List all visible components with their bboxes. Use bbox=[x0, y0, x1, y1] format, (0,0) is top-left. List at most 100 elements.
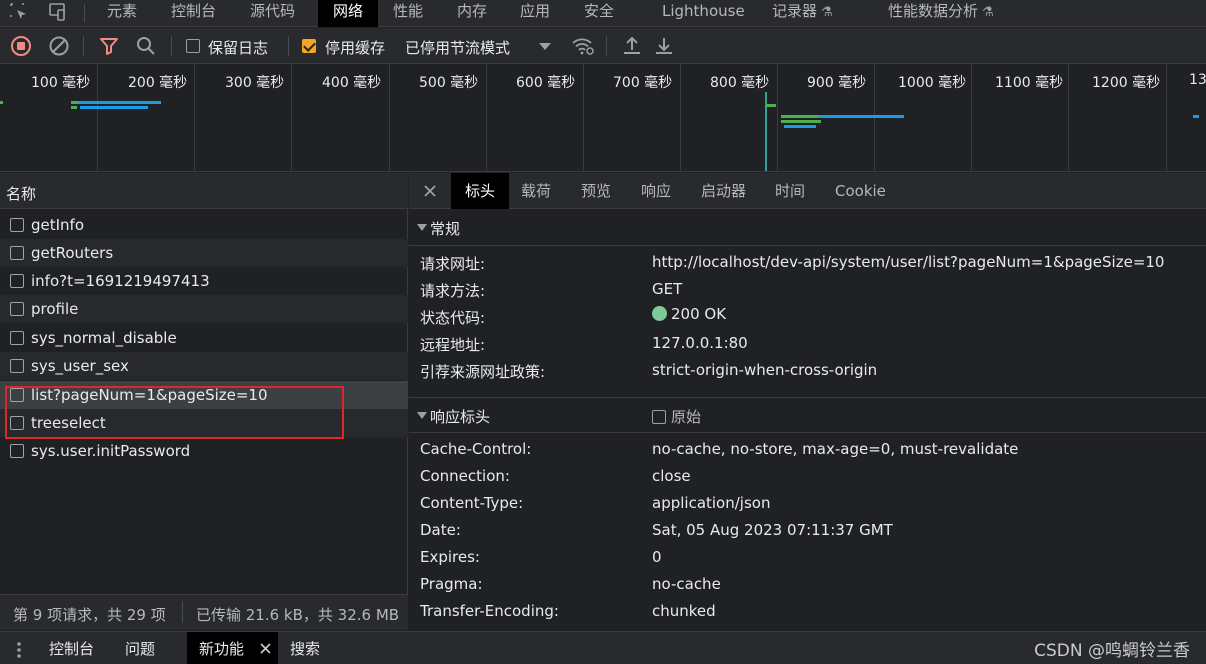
timeline-tick-label: 200 毫秒 bbox=[128, 75, 188, 91]
tab-preview[interactable]: 预览 bbox=[571, 173, 621, 209]
waterfall-bar bbox=[71, 106, 77, 109]
flask-icon: ⚗ bbox=[821, 5, 833, 20]
import-har-icon[interactable] bbox=[620, 34, 644, 58]
request-row[interactable]: sys_user_sex bbox=[0, 352, 408, 380]
timeline-tick-label: 100 毫秒 bbox=[31, 75, 91, 91]
close-icon[interactable] bbox=[260, 643, 271, 654]
request-checkbox[interactable] bbox=[10, 444, 24, 458]
timeline-tick-label: 400 毫秒 bbox=[322, 75, 382, 91]
flask-icon: ⚗ bbox=[982, 5, 994, 20]
header-value: Sat, 05 Aug 2023 07:11:37 GMT bbox=[652, 521, 893, 539]
network-summary-bar: 第 9 项请求，共 29 项 已传输 21.6 kB，共 32.6 MB bbox=[0, 594, 408, 630]
preserve-log-checkbox[interactable] bbox=[186, 39, 200, 53]
waterfall-bar bbox=[80, 106, 148, 109]
inspect-element-icon[interactable] bbox=[8, 1, 30, 23]
raw-checkbox[interactable] bbox=[652, 410, 666, 424]
timeline-tick-label: 300 毫秒 bbox=[225, 75, 285, 91]
tab-performance[interactable]: 性能 bbox=[385, 0, 431, 27]
tab-initiator[interactable]: 启动器 bbox=[691, 173, 756, 209]
header-key: Content-Type: bbox=[420, 494, 524, 512]
stop-recording-icon[interactable] bbox=[9, 34, 33, 58]
tab-console[interactable]: 控制台 bbox=[163, 0, 224, 27]
header-value: close bbox=[652, 467, 691, 485]
request-name: getRouters bbox=[31, 244, 114, 262]
tab-timing[interactable]: 时间 bbox=[765, 173, 815, 209]
header-key: Connection: bbox=[420, 467, 510, 485]
drawer-tab-console[interactable]: 控制台 bbox=[37, 632, 106, 664]
timeline-gridline bbox=[777, 64, 778, 171]
status-text: 200 OK bbox=[671, 305, 727, 323]
tab-network[interactable]: 网络 bbox=[318, 0, 378, 27]
header-key: 请求方法: bbox=[420, 282, 486, 300]
header-value: application/json bbox=[652, 494, 771, 512]
request-row[interactable]: info?t=1691219497413 bbox=[0, 267, 408, 295]
status-ok-icon bbox=[652, 306, 667, 321]
divider bbox=[171, 36, 172, 56]
tab-lighthouse[interactable]: Lighthouse bbox=[654, 0, 753, 27]
timeline-tick-label: 800 毫秒 bbox=[710, 75, 770, 91]
timeline-tick-label: 600 毫秒 bbox=[516, 75, 576, 91]
timeline-gridline bbox=[389, 64, 390, 171]
tab-application[interactable]: 应用 bbox=[512, 0, 558, 27]
header-key: Date: bbox=[420, 521, 461, 539]
timeline-tick-label: 1000 毫秒 bbox=[898, 75, 967, 91]
request-checkbox[interactable] bbox=[10, 359, 24, 373]
header-value: GET bbox=[652, 280, 683, 298]
timeline-gridline bbox=[583, 64, 584, 171]
tab-performance-insights[interactable]: 性能数据分析 ⚗ bbox=[880, 0, 1002, 27]
drawer-tab-bar: 控制台 问题 新功能 搜索 CSDN @鸣蜩铃兰香 bbox=[0, 631, 1206, 664]
timeline-gridline bbox=[486, 64, 487, 171]
chevron-down-icon[interactable] bbox=[539, 43, 551, 50]
tab-recorder[interactable]: 记录器 ⚗ bbox=[764, 0, 841, 27]
drawer-tab-search[interactable]: 搜索 bbox=[278, 632, 332, 664]
request-name: sys_user_sex bbox=[31, 357, 129, 375]
request-checkbox[interactable] bbox=[10, 274, 24, 288]
tab-headers[interactable]: 标头 bbox=[451, 173, 509, 209]
timeline-tick-label: 1100 毫秒 bbox=[995, 75, 1064, 91]
request-checkbox[interactable] bbox=[10, 246, 24, 260]
request-checkbox[interactable] bbox=[10, 302, 24, 316]
waterfall-bar bbox=[784, 125, 816, 128]
export-har-icon[interactable] bbox=[652, 34, 676, 58]
header-value: 127.0.0.1:80 bbox=[652, 334, 748, 352]
request-row[interactable]: sys_normal_disable bbox=[0, 324, 408, 352]
request-row[interactable]: sys.user.initPassword bbox=[0, 437, 408, 465]
tab-memory[interactable]: 内存 bbox=[449, 0, 495, 27]
tab-cookies[interactable]: Cookie bbox=[825, 173, 896, 209]
tab-payload[interactable]: 载荷 bbox=[511, 173, 561, 209]
name-column-header[interactable]: 名称 bbox=[0, 173, 408, 209]
request-checkbox[interactable] bbox=[10, 218, 24, 232]
response-headers-section-header[interactable]: 响应标头 原始 bbox=[409, 397, 1206, 433]
request-checkbox[interactable] bbox=[10, 331, 24, 345]
request-row[interactable]: getRouters bbox=[0, 239, 408, 267]
request-row[interactable]: profile bbox=[0, 295, 408, 323]
tab-sources[interactable]: 源代码 bbox=[242, 0, 303, 27]
request-name: info?t=1691219497413 bbox=[31, 272, 210, 290]
close-icon[interactable] bbox=[423, 184, 437, 198]
request-row[interactable]: getInfo bbox=[0, 211, 408, 239]
throttling-select[interactable]: 已停用节流模式 bbox=[405, 37, 510, 58]
drawer-tab-whats-new-label: 新功能 bbox=[199, 640, 245, 658]
header-key: Pragma: bbox=[420, 575, 483, 593]
network-conditions-icon[interactable] bbox=[570, 34, 596, 58]
search-icon[interactable] bbox=[134, 34, 158, 58]
waterfall-bar bbox=[77, 101, 161, 104]
timeline-tick-label: 500 毫秒 bbox=[419, 75, 479, 91]
tab-security[interactable]: 安全 bbox=[576, 0, 622, 27]
clear-icon[interactable] bbox=[47, 34, 71, 58]
divider bbox=[288, 36, 289, 56]
timeline-tick-label: 13 bbox=[1189, 72, 1206, 88]
drawer-tab-whats-new[interactable]: 新功能 bbox=[187, 632, 278, 664]
filter-icon[interactable] bbox=[97, 34, 121, 58]
more-options-icon[interactable] bbox=[15, 641, 23, 659]
disable-cache-checkbox[interactable] bbox=[302, 39, 316, 53]
drawer-tab-issues[interactable]: 问题 bbox=[113, 632, 167, 664]
header-value: 0 bbox=[652, 548, 662, 566]
waterfall-bar bbox=[1193, 115, 1199, 118]
timeline-tick-label: 700 毫秒 bbox=[613, 75, 673, 91]
general-section-header[interactable]: 常规 bbox=[409, 210, 1206, 246]
tab-elements[interactable]: 元素 bbox=[99, 0, 145, 27]
device-toolbar-icon[interactable] bbox=[46, 1, 68, 23]
tab-response[interactable]: 响应 bbox=[631, 173, 681, 209]
network-overview-timeline[interactable]: 100 毫秒 200 毫秒 300 毫秒 400 毫秒 500 毫秒 600 毫… bbox=[0, 64, 1206, 172]
